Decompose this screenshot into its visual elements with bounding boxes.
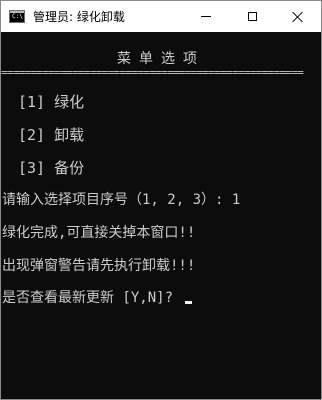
title-bar[interactable]: C:\ 管理员: 绿化卸载 (1, 1, 321, 32)
selection-prompt: 请输入选择项目序号（1, 2, 3）: 1 (2, 192, 241, 208)
maximize-icon (247, 12, 257, 21)
menu-heading: 菜单选项 (117, 51, 205, 67)
window-title: 管理员: 绿化卸载 (33, 10, 125, 24)
minimize-button[interactable] (183, 1, 229, 32)
close-button[interactable] (275, 1, 321, 32)
text-cursor (185, 301, 193, 304)
update-question-line: 是否查看最新更新 [Y,N]? (2, 290, 193, 306)
close-icon (292, 11, 304, 23)
console-output[interactable]: 菜单选项 ===================================… (1, 32, 321, 399)
maximize-button[interactable] (229, 1, 275, 32)
menu-item-1: [1] 绿化 (18, 93, 85, 111)
minimize-icon (201, 16, 211, 17)
console-window: C:\ 管理员: 绿化卸载 菜单选项 =====================… (0, 0, 322, 400)
separator-line: ========================================… (1, 67, 304, 79)
console-app-icon: C:\ (9, 10, 25, 23)
completion-message: 绿化完成,可直接关掉本窗口!! (2, 225, 196, 241)
menu-item-2: [2] 卸载 (18, 126, 85, 144)
warning-message: 出现弹窗警告请先执行卸载!!! (2, 258, 196, 274)
update-question: 是否查看最新更新 [Y,N]? (2, 290, 182, 306)
menu-item-3: [3] 备份 (18, 159, 85, 177)
